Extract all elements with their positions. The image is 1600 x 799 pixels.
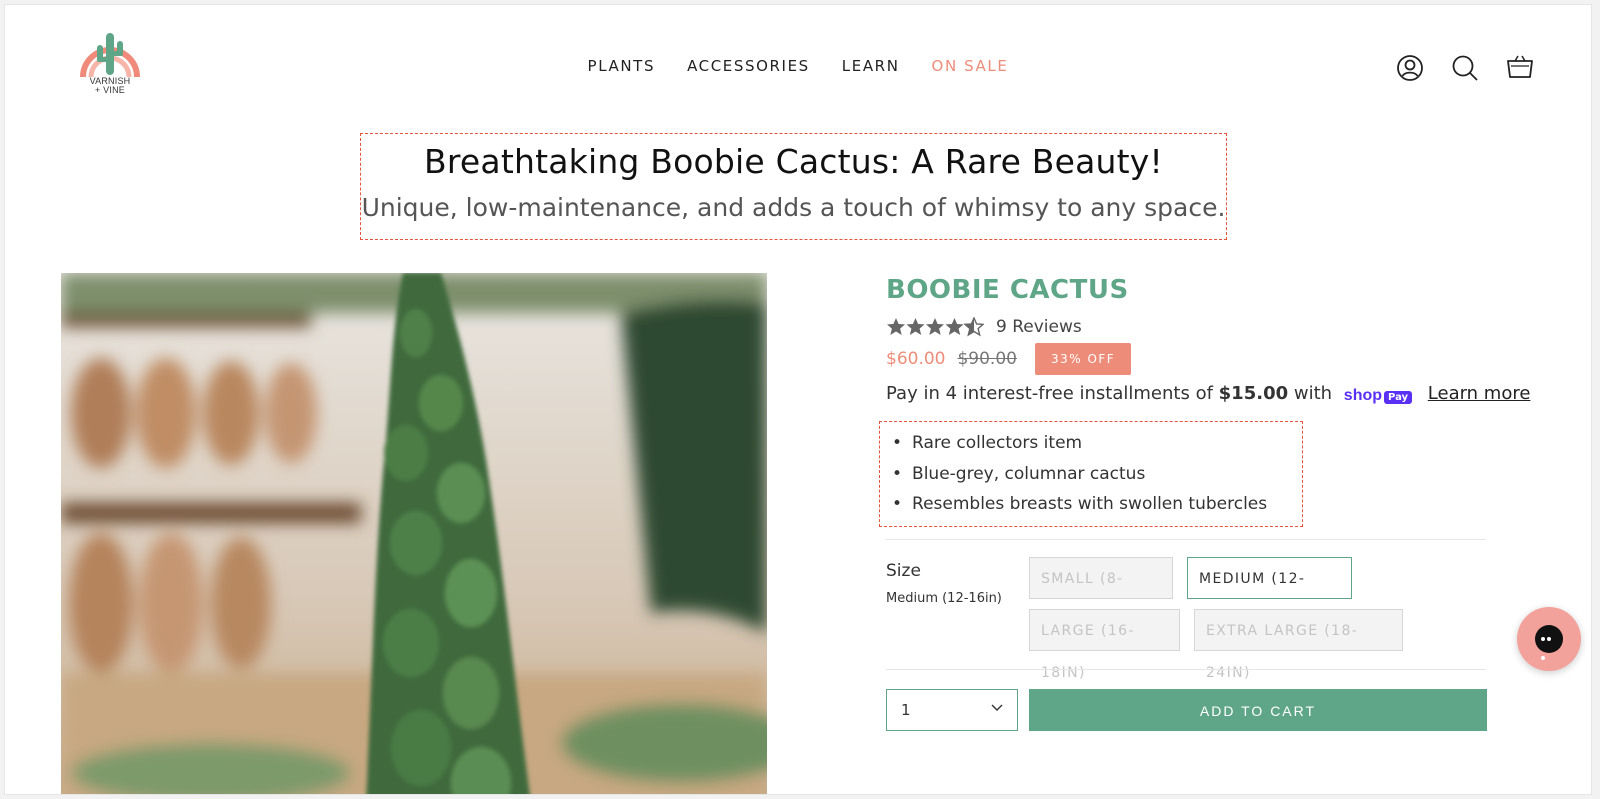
learn-more-link[interactable]: Learn more: [1428, 383, 1531, 404]
quantity-value: 1: [901, 701, 911, 719]
review-count[interactable]: 9 Reviews: [996, 317, 1082, 337]
size-option-small[interactable]: SMALL (8-12IN): [1029, 557, 1173, 629]
sale-price: $60.00: [886, 349, 946, 369]
feature-list: Rare collectors item Blue-grey, columnar…: [879, 421, 1303, 527]
cart-icon[interactable]: [1505, 53, 1535, 83]
product-image[interactable]: [61, 273, 767, 794]
shop-pay-logo: shop Pay: [1344, 384, 1413, 405]
list-item: Blue-grey, columnar cactus: [892, 459, 1302, 490]
divider: [886, 669, 1486, 670]
discount-badge: 33% OFF: [1034, 343, 1132, 375]
quantity-select[interactable]: 1: [886, 689, 1018, 731]
nav-on-sale[interactable]: ON SALE: [932, 57, 1009, 75]
chat-widget-button[interactable]: [1517, 607, 1581, 671]
list-item: Resembles breasts with swollen tubercles: [892, 489, 1302, 520]
logo-wordmark: VARNISH + VINE: [89, 76, 131, 95]
rating-stars-icon: [887, 317, 984, 336]
account-icon[interactable]: [1395, 53, 1425, 83]
chat-icon: [1535, 625, 1563, 660]
banner-subtitle: Unique, low-maintenance, and adds a touc…: [361, 193, 1226, 222]
price-row: $60.00 $90.00 33% OFF: [886, 343, 1132, 375]
list-item: Rare collectors item: [892, 428, 1302, 459]
product-title: BOOBIE CACTUS: [886, 275, 1129, 305]
header-actions: [1375, 53, 1535, 83]
size-option-large[interactable]: LARGE (16-18IN): [1029, 609, 1180, 681]
product-rating[interactable]: 9 Reviews: [886, 317, 1082, 337]
size-option-medium[interactable]: MEDIUM (12-16IN): [1187, 557, 1352, 629]
compare-price: $90.00: [957, 349, 1017, 369]
size-selected-value: Medium (12-16in): [886, 591, 1002, 606]
main-nav: PLANTS ACCESSORIES LEARN ON SALE: [5, 57, 1591, 75]
size-label: Size: [886, 561, 921, 581]
nav-accessories[interactable]: ACCESSORIES: [687, 57, 810, 75]
nav-learn[interactable]: LEARN: [842, 57, 900, 75]
installment-amount: $15.00: [1218, 383, 1289, 404]
banner-title: Breathtaking Boobie Cactus: A Rare Beaut…: [424, 142, 1163, 181]
cactus-photo: [61, 273, 767, 794]
page-frame: VARNISH + VINE PLANTS ACCESSORIES LEARN …: [4, 4, 1592, 795]
size-option-extra-large[interactable]: EXTRA LARGE (18-24IN): [1194, 609, 1403, 681]
nav-plants[interactable]: PLANTS: [588, 57, 656, 75]
chevron-down-icon: [991, 704, 1003, 711]
add-to-cart-button[interactable]: ADD TO CART: [1029, 689, 1487, 731]
search-icon[interactable]: [1450, 53, 1480, 83]
divider: [886, 539, 1486, 540]
promo-banner: Breathtaking Boobie Cactus: A Rare Beaut…: [360, 133, 1227, 240]
installments-text: Pay in 4 interest-free installments of $…: [886, 383, 1531, 405]
